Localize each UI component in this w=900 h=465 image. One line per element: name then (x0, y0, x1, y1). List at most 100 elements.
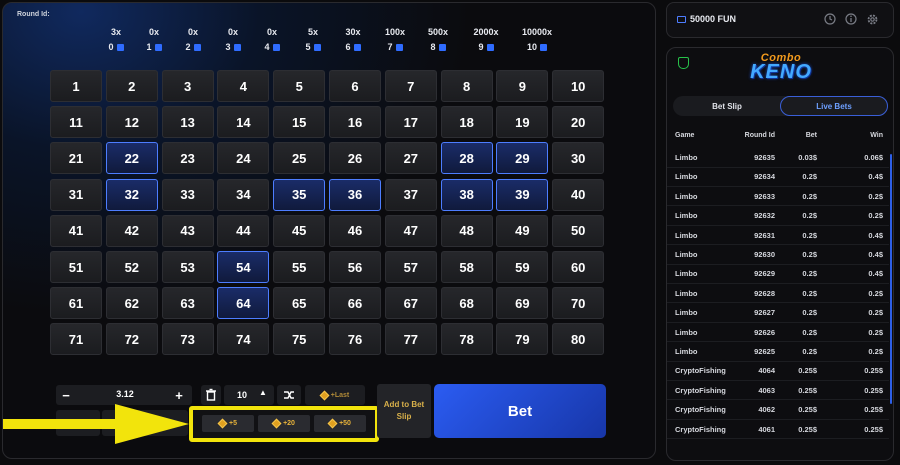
quick-add-button[interactable]: +5 (202, 415, 254, 432)
keno-number-cell[interactable]: 46 (329, 214, 381, 247)
keno-number-cell[interactable]: 75 (273, 323, 326, 356)
keno-number-cell[interactable]: 71 (50, 323, 102, 356)
keno-number-cell[interactable]: 64 (217, 287, 270, 320)
keno-number-cell[interactable]: 56 (329, 251, 381, 283)
keno-number-cell[interactable]: 3 (161, 70, 214, 102)
keno-number-cell[interactable]: 7 (384, 70, 437, 102)
keno-number-cell[interactable]: 34 (217, 178, 270, 211)
keno-number-cell[interactable]: 15 (273, 106, 326, 139)
keno-number-cell[interactable]: 65 (273, 287, 326, 320)
last-button[interactable]: +Last (305, 385, 365, 405)
keno-number-cell[interactable]: 66 (329, 287, 381, 320)
keno-number-cell[interactable]: 9 (496, 70, 549, 102)
keno-number-cell[interactable]: 27 (384, 142, 437, 175)
keno-number-cell[interactable]: 44 (217, 214, 270, 247)
keno-number-cell[interactable]: 21 (50, 142, 102, 175)
keno-number-cell[interactable]: 70 (552, 287, 605, 320)
keno-number-cell[interactable]: 55 (273, 251, 326, 283)
keno-number-cell[interactable]: 77 (384, 323, 437, 356)
keno-number-cell[interactable]: 48 (440, 214, 493, 247)
keno-number-cell[interactable]: 12 (105, 106, 158, 139)
history-icon[interactable] (823, 12, 837, 26)
amount-input[interactable]: 3.12 (80, 389, 170, 399)
keno-number-cell[interactable]: 25 (273, 142, 326, 175)
quick-add-button[interactable]: +50 (314, 415, 366, 432)
keno-number-cell[interactable]: 6 (329, 70, 381, 102)
keno-number-cell[interactable]: 54 (217, 251, 270, 283)
keno-number-cell[interactable]: 13 (161, 106, 214, 139)
info-icon[interactable] (844, 12, 858, 26)
keno-number-cell[interactable]: 38 (440, 178, 493, 211)
shield-icon[interactable] (678, 57, 689, 69)
clear-button[interactable] (201, 385, 221, 405)
keno-number-cell[interactable]: 67 (384, 287, 437, 320)
keno-number-cell[interactable]: 47 (384, 214, 437, 247)
keno-number-cell[interactable]: 31 (50, 178, 102, 211)
keno-number-cell[interactable]: 32 (105, 178, 158, 211)
keno-number-cell[interactable]: 45 (273, 214, 326, 247)
keno-number-cell[interactable]: 39 (496, 178, 549, 211)
keno-number-cell[interactable]: 26 (329, 142, 381, 175)
decrease-amount-button[interactable]: − (58, 387, 74, 403)
keno-number-cell[interactable]: 78 (440, 323, 493, 356)
keno-number-cell[interactable]: 62 (105, 287, 158, 320)
keno-number-cell[interactable]: 28 (440, 142, 493, 175)
keno-number-cell[interactable]: 49 (496, 214, 549, 247)
keno-number-cell[interactable]: 14 (217, 106, 270, 139)
keno-number-cell[interactable]: 60 (552, 251, 605, 283)
keno-number-cell[interactable]: 72 (105, 323, 158, 356)
keno-number-cell[interactable]: 19 (496, 106, 549, 139)
keno-number-cell[interactable]: 36 (329, 178, 381, 211)
keno-number-cell[interactable]: 8 (440, 70, 493, 102)
tab-bet-slip[interactable]: Bet Slip (673, 96, 781, 116)
bet-button[interactable]: Bet (434, 384, 606, 438)
keno-number-cell[interactable]: 30 (552, 142, 605, 175)
keno-number-cell[interactable]: 2 (105, 70, 158, 102)
keno-number-cell[interactable]: 79 (496, 323, 549, 356)
keno-number-cell[interactable]: 73 (161, 323, 214, 356)
increase-amount-button[interactable]: + (171, 387, 187, 403)
keno-number-cell[interactable]: 61 (50, 287, 102, 320)
keno-number-cell[interactable]: 24 (217, 142, 270, 175)
keno-number-cell[interactable]: 50 (552, 214, 605, 247)
keno-number-cell[interactable]: 68 (440, 287, 493, 320)
keno-number-cell[interactable]: 23 (161, 142, 214, 175)
keno-number-cell[interactable]: 52 (105, 251, 158, 283)
keno-number-cell[interactable]: 4 (217, 70, 270, 102)
keno-number-cell[interactable]: 22 (105, 142, 158, 175)
keno-number-cell[interactable]: 76 (329, 323, 381, 356)
keno-number-cell[interactable]: 18 (440, 106, 493, 139)
cell-win: 0.2$ (868, 211, 883, 221)
keno-number-cell[interactable]: 35 (273, 178, 326, 211)
keno-number-cell[interactable]: 63 (161, 287, 214, 320)
keno-number-cell[interactable]: 43 (161, 214, 214, 247)
keno-number-cell[interactable]: 58 (440, 251, 493, 283)
keno-number-cell[interactable]: 20 (552, 106, 605, 139)
keno-number-cell[interactable]: 10 (552, 70, 605, 102)
gear-icon[interactable] (865, 12, 879, 26)
keno-number-cell[interactable]: 69 (496, 287, 549, 320)
keno-number-cell[interactable]: 59 (496, 251, 549, 283)
keno-number-cell[interactable]: 16 (329, 106, 381, 139)
keno-number-cell[interactable]: 57 (384, 251, 437, 283)
keno-number-cell[interactable]: 74 (217, 323, 270, 356)
keno-number-cell[interactable]: 51 (50, 251, 102, 283)
scrollbar[interactable] (890, 154, 892, 404)
keno-number-cell[interactable]: 11 (50, 106, 102, 139)
keno-number-cell[interactable]: 33 (161, 178, 214, 211)
keno-number-cell[interactable]: 40 (552, 178, 605, 211)
keno-number-cell[interactable]: 41 (50, 214, 102, 247)
shuffle-button[interactable] (277, 385, 301, 405)
keno-number-cell[interactable]: 1 (50, 70, 102, 102)
add-to-bet-slip-button[interactable]: Add to Bet Slip (377, 384, 431, 438)
keno-number-cell[interactable]: 80 (552, 323, 605, 356)
keno-number-cell[interactable]: 37 (384, 178, 437, 211)
keno-number-cell[interactable]: 17 (384, 106, 437, 139)
keno-number-cell[interactable]: 5 (273, 70, 326, 102)
pick-count-select[interactable]: 10 ▲ (224, 385, 274, 405)
keno-number-cell[interactable]: 53 (161, 251, 214, 283)
keno-number-cell[interactable]: 29 (496, 142, 549, 175)
quick-add-button[interactable]: +20 (258, 415, 310, 432)
keno-number-cell[interactable]: 42 (105, 214, 158, 247)
tab-live-bets[interactable]: Live Bets (780, 96, 888, 116)
